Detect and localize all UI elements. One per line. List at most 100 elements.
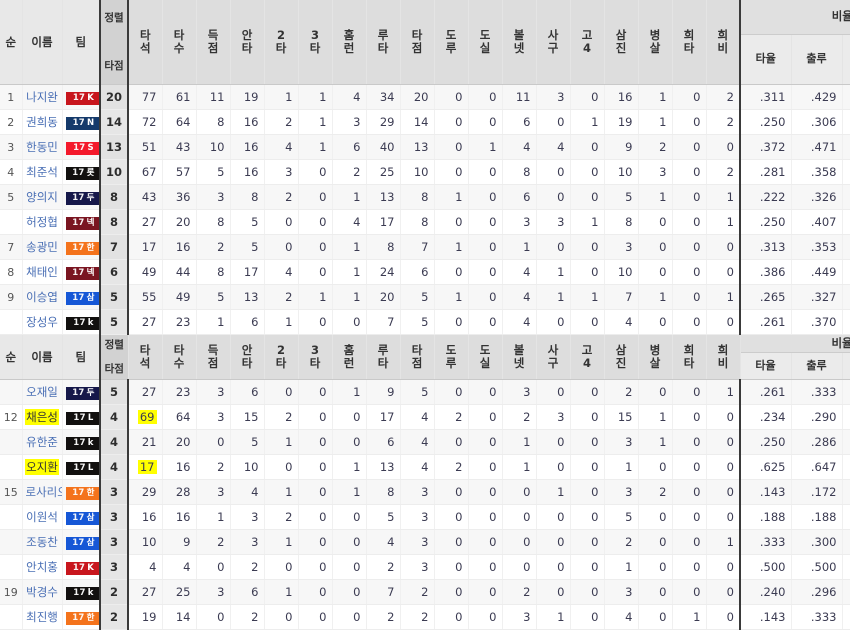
col-header-r[interactable]: 득 점 (196, 335, 230, 380)
team-badge[interactable]: 17넥 (66, 267, 101, 280)
table-row[interactable]: 12채은성17L469643152001742023015100.234.290… (0, 405, 850, 430)
table-row[interactable]: 4최준석17롯10675751630225100080010302.281.35… (0, 160, 850, 185)
cell-player-name[interactable]: 조동찬 (22, 530, 62, 555)
cell-player-name[interactable]: 유한준 (22, 430, 62, 455)
team-badge[interactable]: 17한 (66, 612, 101, 625)
team-badge[interactable]: 17삼 (66, 537, 101, 550)
col-header-hr[interactable]: 홈 런 (332, 335, 366, 380)
col-header-rbi[interactable]: 타 점 (400, 335, 434, 380)
col-header-bb[interactable]: 볼 넷 (502, 0, 536, 85)
cell-player-name[interactable]: 이승엽 (22, 285, 62, 310)
col-header-sort-rbi[interactable]: 정렬타점 (100, 335, 128, 380)
cell-player-name[interactable]: 권희동 (22, 110, 62, 135)
col-header-2b[interactable]: 2 타 (264, 335, 298, 380)
team-badge[interactable]: 17롯 (66, 167, 101, 180)
team-badge[interactable]: 17k (66, 317, 101, 330)
col-header-pa[interactable]: 타 석 (128, 0, 162, 85)
team-badge[interactable]: 17두 (66, 387, 101, 400)
col-header-gdp[interactable]: 병 살 (638, 0, 672, 85)
cell-player-name[interactable]: 한동민 (22, 135, 62, 160)
col-header-hbp[interactable]: 사 구 (536, 335, 570, 380)
col-header-slg[interactable]: 장타 (843, 353, 850, 379)
table-row[interactable]: 1나지완17K2077611119114342000113016102.311.… (0, 85, 850, 110)
col-header-r[interactable]: 득 점 (196, 0, 230, 85)
col-header-ab[interactable]: 타 수 (162, 335, 196, 380)
table-row[interactable]: 장성우17k527231610075004004000.261.370.304.… (0, 310, 850, 335)
col-header-3b[interactable]: 3 타 (298, 0, 332, 85)
cell-player-name[interactable]: 최준석 (22, 160, 62, 185)
col-header-ibb[interactable]: 고 4 (570, 335, 604, 380)
col-header-sort-rbi[interactable]: 정렬 타점 (100, 0, 128, 85)
table-row[interactable]: 2권희동17N14726481621329140060119102.250.30… (0, 110, 850, 135)
col-header-ab[interactable]: 타 수 (162, 0, 196, 85)
table-row[interactable]: 오지환17L41716210001134201001000.625.647.81… (0, 455, 850, 480)
col-header-tb[interactable]: 루 타 (366, 335, 400, 380)
col-header-avg[interactable]: 타율 (741, 353, 792, 379)
col-header-sf[interactable]: 희 비 (706, 0, 740, 85)
cell-player-name[interactable]: 양의지 (22, 185, 62, 210)
table-row[interactable]: 3한동민17S13514310164164013014409200.372.47… (0, 135, 850, 160)
cell-player-name[interactable]: 오재일 (22, 380, 62, 405)
team-badge[interactable]: 17L (66, 412, 101, 425)
col-header-avg[interactable]: 타율 (740, 35, 791, 85)
col-header-cs[interactable]: 도 실 (468, 0, 502, 85)
col-header-team[interactable]: 팀 (62, 0, 100, 85)
col-header-h[interactable]: 안 타 (230, 0, 264, 85)
col-header-rbi[interactable]: 타 점 (400, 0, 434, 85)
team-badge[interactable]: 17k (66, 587, 101, 600)
col-header-obp[interactable]: 출루 (791, 35, 842, 85)
table-row[interactable]: 8채태인17넥649448174012460041010000.386.449.… (0, 260, 850, 285)
table-row[interactable]: 허정협17넥8272085004178003318001.250.407.850… (0, 210, 850, 235)
table-row[interactable]: 15로사리오17한329283410183000103200.143.172.2… (0, 480, 850, 505)
cell-player-name[interactable]: 박경수 (22, 580, 62, 605)
team-badge[interactable]: 17삼 (66, 512, 101, 525)
cell-player-name[interactable]: 허정협 (22, 210, 62, 235)
col-header-rank[interactable]: 순 (0, 0, 22, 85)
col-header-sh[interactable]: 희 타 (672, 335, 706, 380)
table-row[interactable]: 7송광민17한717162500187101003000.313.353.500… (0, 235, 850, 260)
col-header-ibb[interactable]: 고 4 (570, 0, 604, 85)
cell-player-name[interactable]: 나지완 (22, 85, 62, 110)
col-header-sh[interactable]: 희 타 (672, 0, 706, 85)
table-row[interactable]: 최진행17한219140200022003104010.143.333.143.… (0, 605, 850, 630)
col-header-sb[interactable]: 도 루 (434, 0, 468, 85)
col-header-slg[interactable]: 장타 (842, 35, 850, 85)
col-header-3b[interactable]: 3 타 (298, 335, 332, 380)
col-header-gdp[interactable]: 병 살 (638, 335, 672, 380)
col-header-so[interactable]: 삼 진 (604, 335, 638, 380)
table-row[interactable]: 오재일17두527233600195003002001.261.333.391.… (0, 380, 850, 405)
team-badge[interactable]: 17한 (66, 242, 101, 255)
table-row[interactable]: 이원석17삼316161320053000005000.188.188.313.… (0, 505, 850, 530)
team-badge[interactable]: 17두 (66, 192, 101, 205)
col-header-hbp[interactable]: 사 구 (536, 0, 570, 85)
team-badge[interactable]: 17S (66, 142, 101, 155)
cell-player-name[interactable]: 최진행 (22, 605, 62, 630)
col-header-hr[interactable]: 홈 런 (332, 0, 366, 85)
col-header-h[interactable]: 안 타 (230, 335, 264, 380)
table-row[interactable]: 조동찬17삼31092310043000002001.333.300.444.7… (0, 530, 850, 555)
cell-player-name[interactable]: 로사리오 (22, 480, 62, 505)
col-header-name[interactable]: 이름 (22, 0, 62, 85)
table-row[interactable]: 9이승엽17삼55549513211205104117101.265.327.4… (0, 285, 850, 310)
col-header-bb[interactable]: 볼 넷 (502, 335, 536, 380)
col-header-sb[interactable]: 도 루 (434, 335, 468, 380)
cell-player-name[interactable]: 채은성 (22, 405, 62, 430)
cell-player-name[interactable]: 장성우 (22, 310, 62, 335)
team-badge[interactable]: 17L (66, 462, 101, 475)
cell-player-name[interactable]: 오지환 (22, 455, 62, 480)
col-header-rank[interactable]: 순 (0, 335, 22, 380)
team-badge[interactable]: 17한 (66, 487, 101, 500)
table-row[interactable]: 안치홍17K3440200023000001000.500.500.5001.0… (0, 555, 850, 580)
col-header-pa[interactable]: 타 석 (128, 335, 162, 380)
team-badge[interactable]: 17삼 (66, 292, 101, 305)
team-badge[interactable]: 17K (66, 92, 101, 105)
col-header-team[interactable]: 팀 (62, 335, 100, 380)
col-header-2b[interactable]: 2 타 (264, 0, 298, 85)
team-badge[interactable]: 17K (66, 562, 101, 575)
table-row[interactable]: 19박경수17k227253610072002003000.240.296.28… (0, 580, 850, 605)
cell-player-name[interactable]: 채태인 (22, 260, 62, 285)
cell-player-name[interactable]: 이원석 (22, 505, 62, 530)
team-badge[interactable]: 17N (66, 117, 101, 130)
team-badge[interactable]: 17k (66, 437, 101, 450)
col-header-cs[interactable]: 도 실 (468, 335, 502, 380)
